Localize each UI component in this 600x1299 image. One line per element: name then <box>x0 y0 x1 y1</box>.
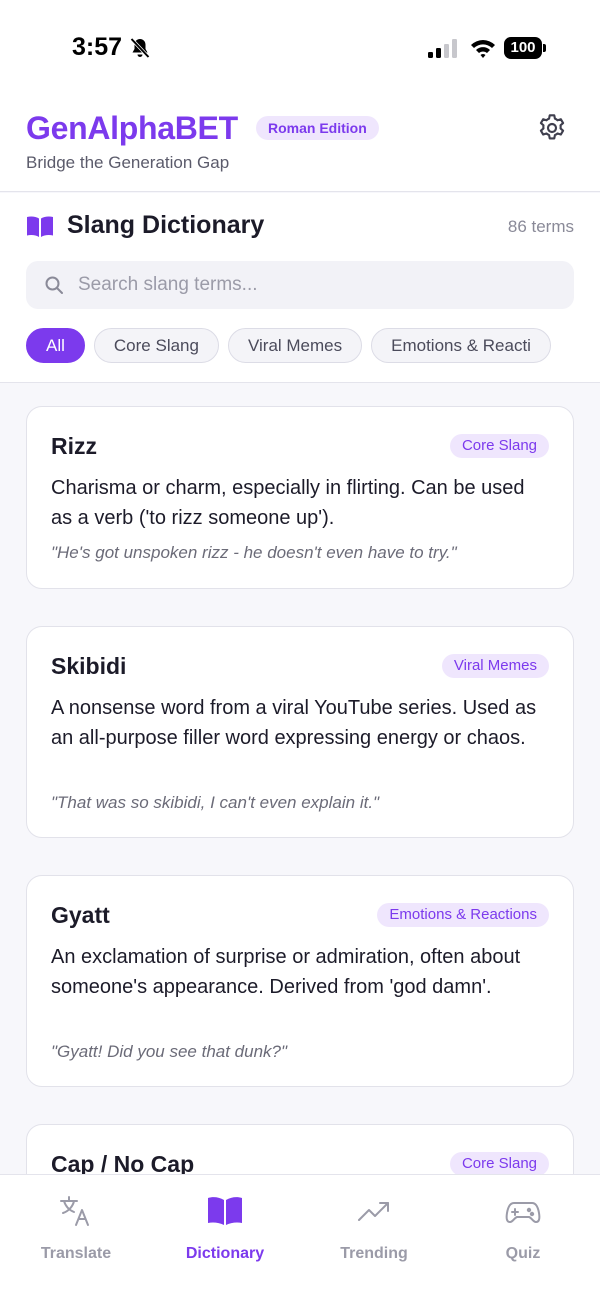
filter-chip-emotions-reactions[interactable]: Emotions & Reacti <box>371 328 551 363</box>
term-card[interactable]: Skibidi Viral Memes A nonsense word from… <box>26 626 574 838</box>
wifi-icon <box>471 40 495 58</box>
term-card[interactable]: Cap / No Cap Core Slang <box>26 1124 574 1174</box>
app-title: GenAlphaBET <box>26 110 238 146</box>
battery-indicator: 100 <box>504 37 546 59</box>
term-example: "He's got unspoken rizz - he doesn't eve… <box>51 543 457 562</box>
bottom-nav: Translate Dictionary Trending Quiz <box>0 1174 600 1299</box>
status-bar: 3:57 100 <box>0 0 600 96</box>
tab-quiz[interactable]: Quiz <box>448 1175 598 1285</box>
search-box <box>26 261 574 309</box>
gamepad-icon <box>505 1202 541 1223</box>
term-example: "Gyatt! Did you see that dunk?" <box>51 1042 288 1061</box>
battery-level: 100 <box>504 37 542 59</box>
dictionary-controls: Slang Dictionary 86 terms AllCore SlangV… <box>0 193 600 383</box>
cellular-signal-icon <box>428 39 457 58</box>
filter-chip-core-slang[interactable]: Core Slang <box>93 328 219 363</box>
trending-up-icon <box>358 1202 389 1221</box>
nav-label-trending: Trending <box>340 1245 408 1262</box>
search-input[interactable] <box>78 261 558 309</box>
term-name: Gyatt <box>51 902 110 928</box>
settings-button[interactable] <box>534 110 570 146</box>
nav-label-quiz: Quiz <box>505 1245 541 1262</box>
book-open-icon <box>27 216 53 237</box>
tab-dictionary[interactable]: Dictionary <box>150 1175 300 1285</box>
nav-label-translate: Translate <box>40 1245 112 1262</box>
gear-icon <box>539 114 565 140</box>
filter-chip-viral-memes[interactable]: Viral Memes <box>227 328 363 363</box>
tab-trending[interactable]: Trending <box>299 1175 449 1285</box>
nav-label-dictionary: Dictionary <box>185 1245 265 1262</box>
edition-badge: Roman Edition <box>256 116 379 140</box>
battery-tip <box>543 44 546 52</box>
term-count: 86 terms <box>507 217 574 236</box>
term-example: "That was so skibidi, I can't even expla… <box>51 793 380 812</box>
translate-icon <box>60 1196 89 1226</box>
term-category-tag: Viral Memes <box>441 654 549 678</box>
term-definition: An exclamation of surprise or admiration… <box>51 946 521 998</box>
status-time: 3:57 <box>72 33 123 61</box>
app-header: GenAlphaBET Roman Edition Bridge the Gen… <box>0 96 600 192</box>
term-definition: Charisma or charm, especially in flirtin… <box>51 477 525 529</box>
filter-chip-all[interactable]: All <box>26 328 85 363</box>
search-icon <box>45 276 63 294</box>
section-title: Slang Dictionary <box>67 211 265 239</box>
term-card[interactable]: Gyatt Emotions & Reactions An exclamatio… <box>26 875 574 1087</box>
term-card[interactable]: Rizz Core Slang Charisma or charm, espec… <box>26 406 574 589</box>
term-category-tag: Core Slang <box>449 434 549 458</box>
term-definition: A nonsense word from a viral YouTube ser… <box>51 697 537 749</box>
app-subtitle: Bridge the Generation Gap <box>26 153 230 172</box>
bell-muted-icon <box>130 37 150 59</box>
book-open-icon <box>208 1197 242 1225</box>
term-name: Cap / No Cap <box>51 1151 195 1174</box>
term-name: Rizz <box>51 433 97 459</box>
term-category-tag: Core Slang <box>449 1152 549 1174</box>
filter-chips: All Core Slang Viral Memes Emotions & React… <box>26 328 600 364</box>
term-list: Rizz Core Slang Charisma or charm, espec… <box>0 384 600 1174</box>
term-name: Skibidi <box>51 653 127 679</box>
tab-translate[interactable]: Translate <box>1 1175 151 1285</box>
term-category-tag: Emotions & Reactions <box>377 903 549 927</box>
